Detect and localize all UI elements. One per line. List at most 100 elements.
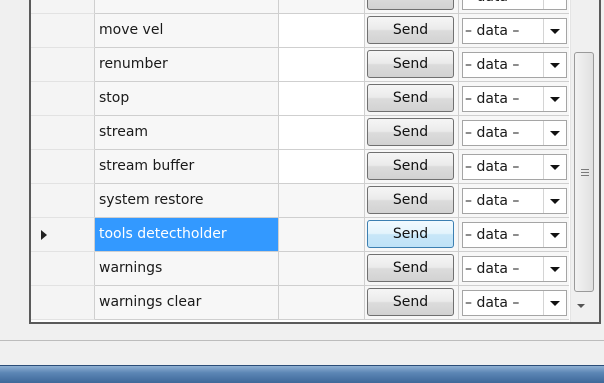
- send-button[interactable]: Send: [367, 16, 454, 44]
- send-cell: Send: [365, 252, 459, 286]
- table-row[interactable]: stop Send – data –: [31, 82, 569, 116]
- table-row[interactable]: warnings clear Send – data –: [31, 286, 569, 320]
- data-dropdown[interactable]: – data –: [462, 86, 567, 112]
- data-dropdown[interactable]: – data –: [462, 222, 567, 248]
- send-button[interactable]: Send: [367, 220, 454, 248]
- dropdown-arrow-icon[interactable]: [543, 189, 566, 213]
- value-cell[interactable]: [279, 150, 365, 184]
- send-button[interactable]: Send: [367, 152, 454, 180]
- data-dropdown-value: – data –: [465, 23, 520, 39]
- row-header[interactable]: [31, 150, 95, 184]
- dropdown-arrow-icon[interactable]: [543, 291, 566, 315]
- row-header[interactable]: [31, 184, 95, 218]
- command-name-cell[interactable]: stream: [95, 116, 279, 150]
- command-panel: Send– data –move velSend– data –renumber…: [0, 0, 604, 341]
- data-dropdown-value: – data –: [465, 159, 520, 175]
- value-cell[interactable]: [279, 116, 365, 150]
- send-button[interactable]: Send: [367, 50, 454, 78]
- table-row[interactable]: stream buffer Send – data –: [31, 150, 569, 184]
- command-name-cell[interactable]: tools detectholder: [95, 218, 279, 252]
- dropdown-arrow-icon[interactable]: [543, 223, 566, 247]
- data-dropdown-value: – data –: [465, 227, 520, 243]
- data-cell: – data –: [459, 218, 569, 252]
- data-cell: – data –: [459, 184, 569, 218]
- send-button[interactable]: Send: [367, 0, 454, 10]
- data-dropdown-value: – data –: [465, 57, 520, 73]
- data-cell: – data –: [459, 252, 569, 286]
- value-cell[interactable]: [279, 252, 365, 286]
- data-dropdown[interactable]: – data –: [462, 256, 567, 282]
- taskbar: [0, 365, 604, 383]
- data-dropdown[interactable]: – data –: [462, 18, 567, 44]
- data-dropdown[interactable]: – data –: [462, 120, 567, 146]
- table-row[interactable]: stream Send – data –: [31, 116, 569, 150]
- data-dropdown[interactable]: – data –: [462, 0, 567, 10]
- send-button[interactable]: Send: [367, 84, 454, 112]
- data-dropdown-value: – data –: [465, 193, 520, 209]
- value-cell[interactable]: [279, 48, 365, 82]
- data-cell: – data –: [459, 48, 569, 82]
- data-dropdown[interactable]: – data –: [462, 290, 567, 316]
- value-cell[interactable]: [279, 218, 365, 252]
- row-header[interactable]: [31, 82, 95, 116]
- table-row[interactable]: renumber Send – data –: [31, 48, 569, 82]
- command-name-cell[interactable]: move vel: [95, 14, 279, 48]
- send-cell: Send: [365, 116, 459, 150]
- row-header[interactable]: [31, 48, 95, 82]
- vertical-scrollbar[interactable]: [570, 0, 599, 322]
- send-cell: Send: [365, 48, 459, 82]
- send-cell: Send: [365, 286, 459, 320]
- data-dropdown[interactable]: – data –: [462, 154, 567, 180]
- row-header[interactable]: [31, 286, 95, 320]
- row-header[interactable]: [31, 218, 95, 252]
- table-row[interactable]: warnings Send – data –: [31, 252, 569, 286]
- command-name-cell[interactable]: system restore: [95, 184, 279, 218]
- send-cell: Send: [365, 82, 459, 116]
- dropdown-arrow-icon[interactable]: [543, 19, 566, 43]
- table-row[interactable]: tools detectholder Send – data –: [31, 218, 569, 252]
- dropdown-arrow-icon[interactable]: [543, 121, 566, 145]
- data-cell: – data –: [459, 116, 569, 150]
- command-name-cell[interactable]: stop: [95, 82, 279, 116]
- dropdown-arrow-icon[interactable]: [543, 257, 566, 281]
- row-header[interactable]: [31, 252, 95, 286]
- send-button[interactable]: Send: [367, 118, 454, 146]
- send-button[interactable]: Send: [367, 288, 454, 316]
- send-cell: Send: [365, 0, 459, 14]
- data-cell: – data –: [459, 14, 569, 48]
- row-header[interactable]: [31, 0, 95, 14]
- data-dropdown[interactable]: – data –: [462, 188, 567, 214]
- table-row[interactable]: system restore Send – data –: [31, 184, 569, 218]
- command-name-cell[interactable]: renumber: [95, 48, 279, 82]
- scrollbar-thumb[interactable]: [574, 52, 594, 292]
- value-cell[interactable]: [279, 0, 365, 14]
- command-name-cell[interactable]: stream buffer: [95, 150, 279, 184]
- dropdown-arrow-icon[interactable]: [543, 53, 566, 77]
- table-row[interactable]: move vel Send – data –: [31, 14, 569, 48]
- table-row[interactable]: Send – data –: [31, 0, 569, 14]
- row-header[interactable]: [31, 14, 95, 48]
- data-cell: – data –: [459, 150, 569, 184]
- data-dropdown-value: – data –: [465, 295, 520, 311]
- command-name-cell[interactable]: warnings clear: [95, 286, 279, 320]
- command-name-cell[interactable]: warnings: [95, 252, 279, 286]
- value-cell[interactable]: [279, 184, 365, 218]
- send-button[interactable]: Send: [367, 254, 454, 282]
- command-grid: Send– data –move velSend– data –renumber…: [29, 0, 601, 324]
- value-cell[interactable]: [279, 82, 365, 116]
- data-cell: – data –: [459, 0, 569, 14]
- command-name-cell[interactable]: [95, 0, 279, 14]
- scroll-down-arrow-icon[interactable]: [577, 304, 585, 308]
- grip-icon: [581, 169, 589, 176]
- data-cell: – data –: [459, 82, 569, 116]
- value-cell[interactable]: [279, 14, 365, 48]
- dropdown-arrow-icon[interactable]: [543, 155, 566, 179]
- row-header[interactable]: [31, 116, 95, 150]
- dropdown-arrow-icon[interactable]: [543, 0, 566, 9]
- dropdown-arrow-icon[interactable]: [543, 87, 566, 111]
- send-button[interactable]: Send: [367, 186, 454, 214]
- data-dropdown-value: – data –: [465, 0, 519, 9]
- data-dropdown[interactable]: – data –: [462, 52, 567, 78]
- value-cell[interactable]: [279, 286, 365, 320]
- current-row-arrow-icon: [41, 230, 47, 240]
